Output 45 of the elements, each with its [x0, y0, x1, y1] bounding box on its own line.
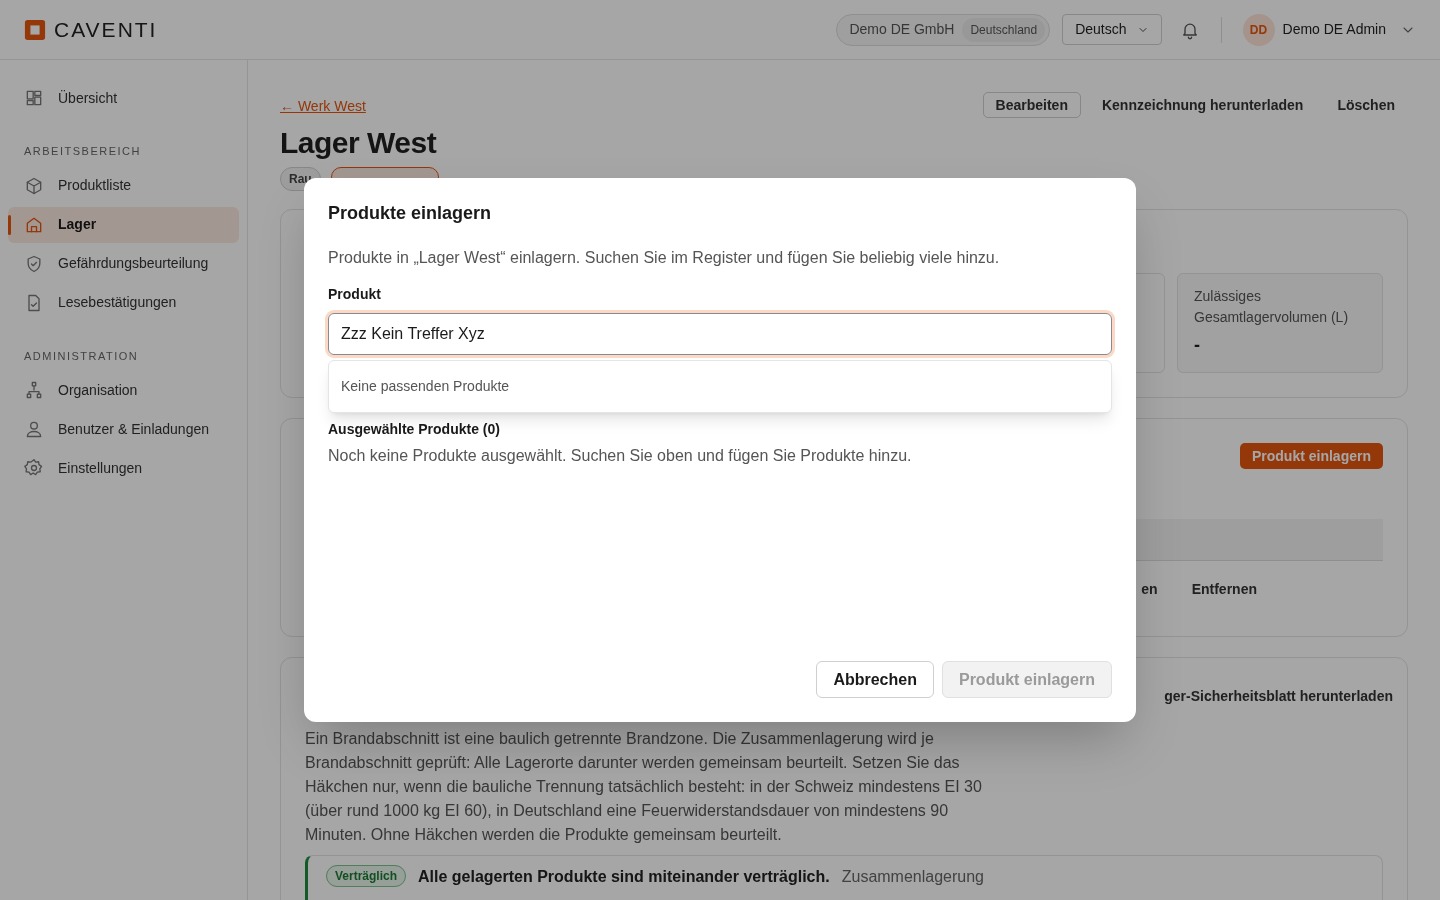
language-select[interactable]: Deutsch: [1062, 14, 1162, 45]
sidebar-item[interactable]: Einstellungen: [8, 450, 239, 486]
dialog-button[interactable]: Abbrechen: [816, 661, 934, 698]
sidebar-item[interactable]: Gefährdungsbeurteilung: [8, 245, 239, 282]
sidebar-item[interactable]: Organisation: [8, 372, 239, 408]
empty-results-text: Keine passenden Produkte: [341, 377, 510, 396]
stat-value: -: [1194, 334, 1201, 357]
compatibility-detail: Zusammenlagerung: [841, 867, 984, 887]
page-title: Lager West: [280, 125, 438, 161]
dialog-title: Produkte einlagern: [328, 202, 493, 224]
organization-name: Demo DE GmbH: [849, 20, 955, 39]
avatar: DD: [1242, 13, 1275, 46]
sidebar-item[interactable]: Produktliste: [8, 167, 239, 204]
logo-icon: [24, 18, 46, 41]
country-tag: Deutschland: [962, 17, 1046, 42]
dashboard-icon: [24, 88, 44, 108]
organization-pill[interactable]: Demo DE GmbH Deutschland: [836, 13, 1051, 46]
stat-label: Zulässiges Gesamtlagervolumen (L): [1194, 287, 1350, 327]
user-menu[interactable]: DD Demo DE Admin: [1242, 13, 1416, 46]
action-button[interactable]: Löschen: [1324, 92, 1408, 118]
dialog-description: Produkte in „Lager West“ einlagern. Suchen Sie im Register und fügen Sie beliebig viele hinzu.: [328, 248, 1001, 268]
cube-icon: [24, 175, 44, 196]
sidebar-item[interactable]: Benutzer & Einladungen: [8, 411, 239, 447]
field-label: Produkt: [328, 285, 382, 304]
section-heading: ADMINISTRATION: [23, 348, 140, 364]
brand-name: CAVENTI: [54, 16, 158, 43]
sidebar-item[interactable]: Lesebestätigungen: [8, 284, 239, 321]
empty-selection-text: Noch keine Produkte ausgewählt. Suchen Sie oben und fügen Sie Produkte hinzu.: [328, 446, 913, 466]
hierarchy-icon: [24, 380, 44, 400]
action-button[interactable]: Bearbeiten: [982, 92, 1081, 118]
sidebar-item[interactable]: Übersicht: [8, 80, 239, 116]
product-search-field[interactable]: Zzz Kein Treffer Xyz: [328, 313, 1112, 355]
section-heading: ARBEITSBEREICH: [23, 144, 142, 159]
sidebar-item[interactable]: Lager: [8, 206, 239, 243]
user-name: Demo DE Admin: [1282, 20, 1386, 39]
settings-icon: [24, 458, 44, 478]
row-action-link[interactable]: en: [1141, 579, 1158, 600]
description-text: Ein Brandabschnitt ist eine baulich getrennte Brandzone. Die Zusammenlagerung wird je Brandabschnitt geprüft: Alle Lagerorte darunter werden gemeinsam beurteilt. Setzen Sie das Häkchen nur, wenn die bauliche Trennung tatsächlich besteht: in der Schweiz mindestens EI 30 (über rund 1000 kg EI 60), in Deutschland eine Feuerwiderstandsdauer von mindestens 90 Minuten. Ohne Häkchen werden die Produkte gemeinsam beurteilt.: [305, 729, 983, 845]
action-button[interactable]: Kennzeichnung herunterladen: [1088, 92, 1317, 118]
status-badge: Verträglich: [326, 865, 407, 887]
download-link[interactable]: ger-Sicherheitsblatt herunterladen: [1164, 686, 1393, 707]
row-action-link[interactable]: Entfernen: [1191, 579, 1257, 600]
user-icon: [24, 419, 44, 439]
compatibility-message: Alle gelagerten Produkte sind miteinander verträglich.: [418, 867, 830, 887]
section-heading: Ausgewählte Produkte (0): [328, 420, 501, 439]
